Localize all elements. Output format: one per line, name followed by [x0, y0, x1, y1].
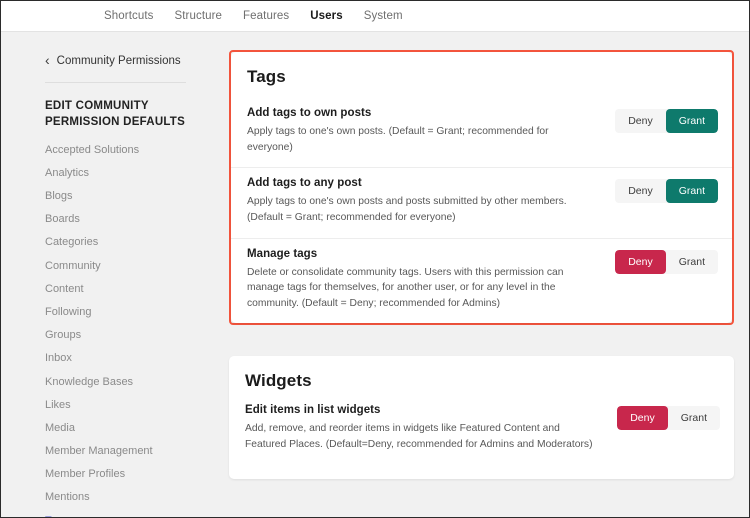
widgets-permission-rows: Edit items in list widgets Add, remove, a… [229, 402, 734, 464]
sidebar-item-following[interactable]: Following [1, 300, 216, 323]
sidebar: ‹ Community Permissions EDIT COMMUNITY P… [1, 32, 216, 517]
sidebar-item-blogs[interactable]: Blogs [1, 184, 216, 207]
nav-item-shortcuts[interactable]: Shortcuts [104, 10, 153, 22]
sidebar-item-member-profiles[interactable]: Member Profiles [1, 463, 216, 486]
admin-console-window: Shortcuts Structure Features Users System ‹ … [0, 0, 750, 518]
sidebar-item-mentions[interactable]: Mentions [1, 486, 216, 509]
back-to-community-permissions[interactable]: ‹ Community Permissions [1, 52, 216, 68]
permission-toggle-group: Deny Grant [617, 406, 720, 431]
deny-button[interactable]: Deny [615, 249, 666, 274]
permission-text: Edit items in list widgets Add, remove, a… [245, 404, 617, 452]
sidebar-item-categories[interactable]: Categories [1, 231, 216, 254]
permission-description: Apply tags to one's own posts. (Default … [247, 126, 549, 153]
permission-toggle-group: Deny Grant [615, 109, 718, 133]
sidebar-item-groups[interactable]: Groups [1, 324, 216, 347]
permission-name: Manage tags [247, 247, 318, 260]
nav-item-features[interactable]: Features [243, 10, 289, 22]
permission-toggle-group: Deny Grant [615, 249, 718, 274]
nav-item-system[interactable]: System [364, 10, 403, 22]
tags-card-title: Tags [247, 67, 286, 86]
sidebar-item-media[interactable]: Media [1, 416, 216, 439]
permission-text: Add tags to own posts Apply tags to one's… [247, 107, 615, 155]
tags-permission-rows: Add tags to own posts Apply tags to one's… [231, 98, 732, 323]
permission-name: Add tags to own posts [247, 107, 372, 119]
deny-button[interactable]: Deny [617, 406, 668, 431]
tags-permissions-card: Tags Add tags to own posts Apply tags to … [231, 52, 732, 324]
grant-button[interactable]: Grant [667, 406, 720, 431]
sidebar-item-inbox[interactable]: Inbox [1, 347, 216, 370]
grant-button[interactable]: Grant [665, 109, 718, 133]
widgets-card-title: Widgets [245, 371, 312, 391]
permission-name: Edit items in list widgets [245, 404, 381, 417]
chevron-left-icon: ‹ [45, 52, 50, 68]
page-body: ‹ Community Permissions EDIT COMMUNITY P… [1, 32, 749, 517]
sidebar-item-tags[interactable]: Tags [1, 509, 216, 517]
grant-button[interactable]: Grant [665, 249, 718, 274]
sidebar-item-boards[interactable]: Boards [1, 208, 216, 231]
permission-description: Add, remove, and reorder items in widget… [245, 423, 593, 451]
permission-toggle-group: Deny Grant [615, 179, 718, 204]
sidebar-heading: EDIT COMMUNITY PERMISSION DEFAULTS [45, 100, 185, 128]
back-link-label: Community Permissions [56, 54, 181, 67]
permission-row: Manage tags Delete or consolidate communi… [231, 237, 732, 324]
nav-item-users[interactable]: Users [310, 10, 342, 22]
permission-row: Add tags to any post Apply tags to one's … [231, 167, 732, 237]
deny-button[interactable]: Deny [615, 109, 666, 133]
permission-name: Add tags to any post [247, 177, 362, 190]
permission-description: Apply tags to one's own posts and posts … [247, 196, 567, 223]
nav-item-structure[interactable]: Structure [174, 10, 222, 22]
sidebar-item-knowledge-bases[interactable]: Knowledge Bases [1, 370, 216, 393]
permission-text: Add tags to any post Apply tags to one's … [247, 177, 615, 225]
sidebar-item-analytics[interactable]: Analytics [1, 161, 216, 184]
sidebar-item-accepted-solutions[interactable]: Accepted Solutions [1, 138, 216, 161]
permission-description: Delete or consolidate community tags. Us… [247, 266, 564, 309]
sidebar-item-list: Accepted Solutions Analytics Blogs Boards Ca… [1, 138, 216, 517]
sidebar-item-member-management[interactable]: Member Management [1, 439, 216, 462]
tags-annotation-highlight: Tags Add tags to own posts Apply tags to … [229, 50, 734, 326]
top-navigation-bar: Shortcuts Structure Features Users System [1, 1, 749, 32]
sidebar-item-community[interactable]: Community [1, 254, 216, 277]
permission-text: Manage tags Delete or consolidate communi… [247, 248, 615, 312]
sidebar-item-content[interactable]: Content [1, 277, 216, 300]
permission-row: Edit items in list widgets Add, remove, a… [229, 402, 734, 464]
grant-button[interactable]: Grant [665, 179, 718, 204]
main-content: Tags Add tags to own posts Apply tags to … [216, 32, 749, 517]
widgets-permissions-card: Widgets Edit items in list widgets Add, r… [229, 356, 734, 479]
deny-button[interactable]: Deny [615, 179, 666, 204]
permission-row: Add tags to own posts Apply tags to one's… [231, 98, 732, 167]
sidebar-item-likes[interactable]: Likes [1, 393, 216, 416]
